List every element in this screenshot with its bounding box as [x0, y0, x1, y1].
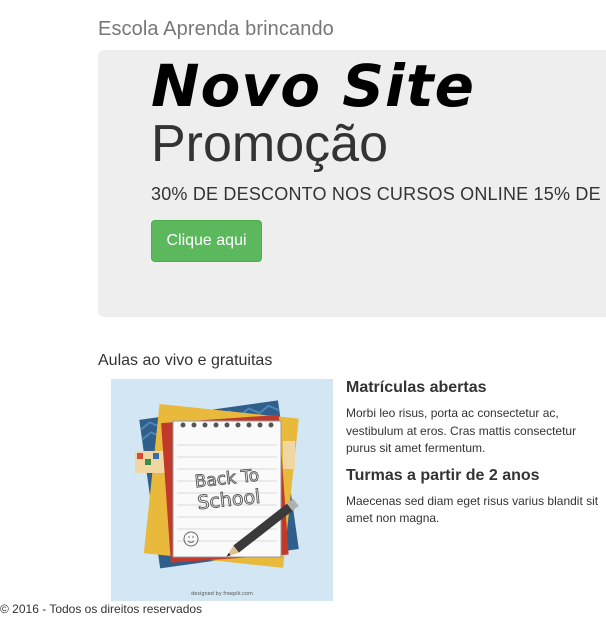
media-body: Matrículas abertas Morbi leo risus, port… [346, 378, 601, 536]
promo-text: 30% DE DESCONTO NOS CURSOS ONLINE 15% DE… [151, 184, 606, 204]
hero-title: Novo Site [151, 52, 475, 120]
media-heading-1: Matrículas abertas [346, 379, 487, 396]
image-credit: designed by freepik.com [191, 591, 253, 597]
footer-copyright: © 2016 - Todos os direitos reservados [0, 602, 203, 616]
section-title: Aulas ao vivo e gratuitas [98, 352, 273, 369]
promo-heading: Promoção [151, 115, 388, 173]
cta-button[interactable]: Clique aqui [151, 220, 262, 262]
media-heading-2: Turmas a partir de 2 anos [346, 466, 540, 484]
back-to-school-image: Back To School designed by freepik.com [111, 379, 333, 601]
media-text-1: Morbi leo risus, porta ac consectetur ac… [346, 406, 577, 455]
site-brand[interactable]: Escola Aprenda brincando [98, 18, 334, 41]
media-text-2: Maecenas sed diam eget risus varius blan… [346, 493, 599, 526]
promo-jumbotron: Novo Site Promoção 30% DE DESCONTO NOS C… [98, 50, 606, 317]
